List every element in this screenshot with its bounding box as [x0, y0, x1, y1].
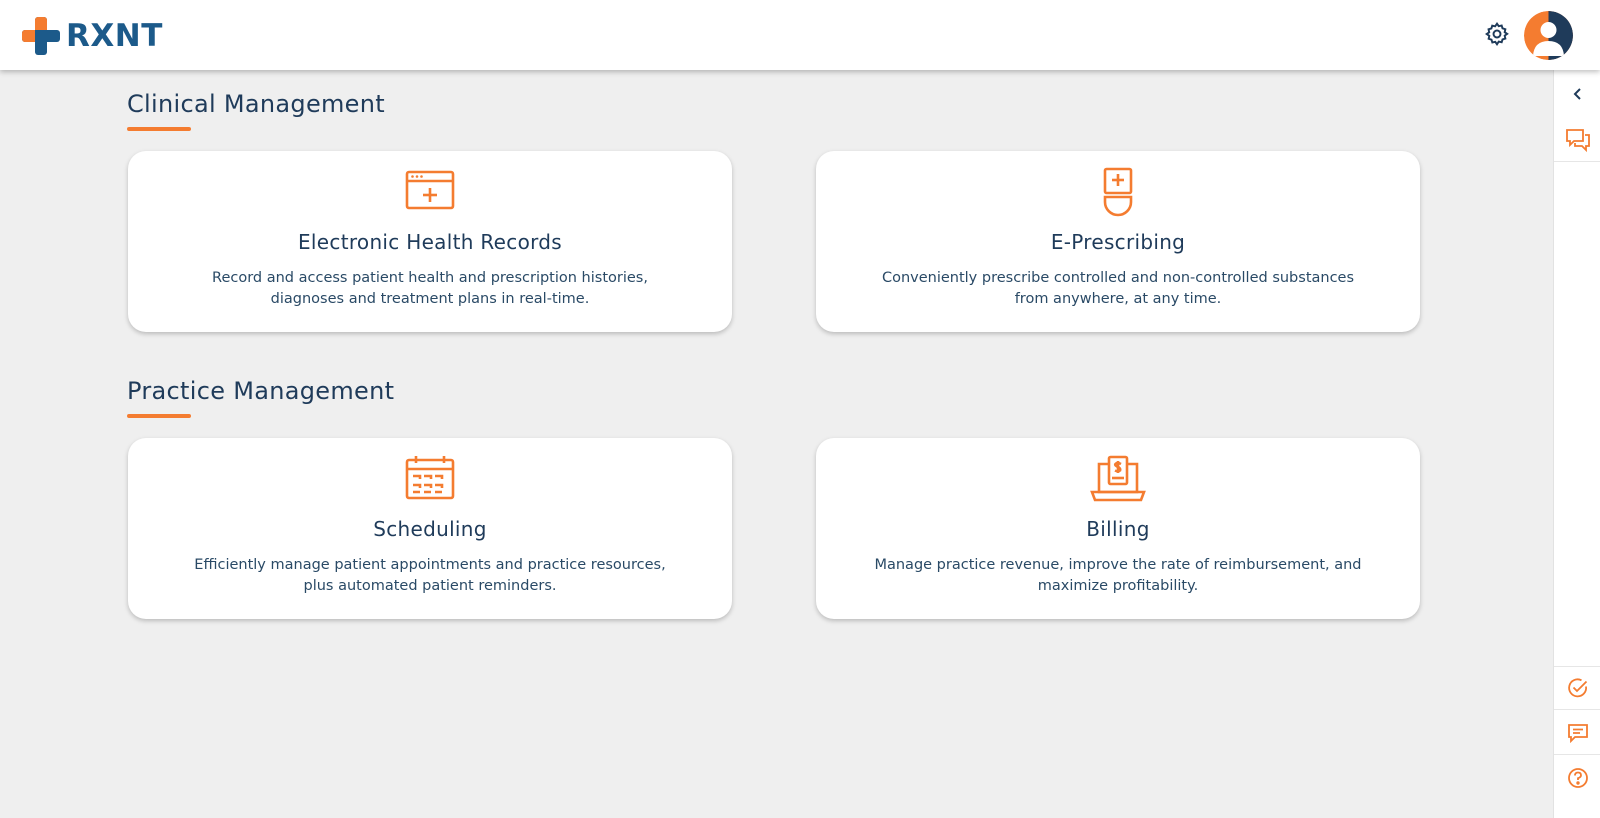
collapse-chevron-icon[interactable] [1554, 72, 1600, 116]
card-billing[interactable]: Billing Manage practice revenue, improve… [816, 438, 1420, 619]
chat-bubbles-icon[interactable] [1554, 118, 1600, 162]
gear-icon[interactable] [1484, 21, 1510, 47]
section-underline [127, 414, 191, 418]
billing-laptop-icon [1090, 454, 1146, 504]
card-title: Billing [1086, 517, 1150, 541]
card-description: Efficiently manage patient appointments … [194, 557, 666, 594]
card-electronic-health-records[interactable]: Electronic Health Records Record and acc… [128, 151, 732, 332]
card-description: Manage practice revenue, improve the rat… [874, 557, 1362, 594]
rxnt-cross-icon [22, 17, 60, 55]
section-underline [127, 127, 191, 131]
section-title-practice: Practice Management [127, 377, 395, 405]
health-record-icon [402, 167, 458, 217]
card-e-prescribing[interactable]: E-Prescribing Conveniently prescribe con… [816, 151, 1420, 332]
card-title: Electronic Health Records [298, 230, 562, 254]
card-description: Conveniently prescribe controlled and no… [881, 270, 1355, 307]
card-title: Scheduling [373, 517, 487, 541]
right-rail [1553, 70, 1600, 818]
section-title-clinical: Clinical Management [127, 90, 385, 118]
prescription-icon [1090, 167, 1146, 217]
check-circle-icon[interactable] [1554, 666, 1600, 710]
calendar-icon [402, 454, 458, 504]
card-title: E-Prescribing [1050, 230, 1186, 254]
help-icon[interactable] [1554, 756, 1600, 800]
rxnt-logo[interactable]: RXNT [22, 17, 163, 55]
user-avatar-icon[interactable] [1524, 11, 1573, 60]
brand-name: RXNT [66, 18, 163, 54]
top-bar: RXNT [0, 0, 1600, 70]
card-scheduling[interactable]: Scheduling Efficiently manage patient ap… [128, 438, 732, 619]
message-icon[interactable] [1554, 711, 1600, 755]
card-description: Record and access patient health and pre… [212, 270, 648, 307]
